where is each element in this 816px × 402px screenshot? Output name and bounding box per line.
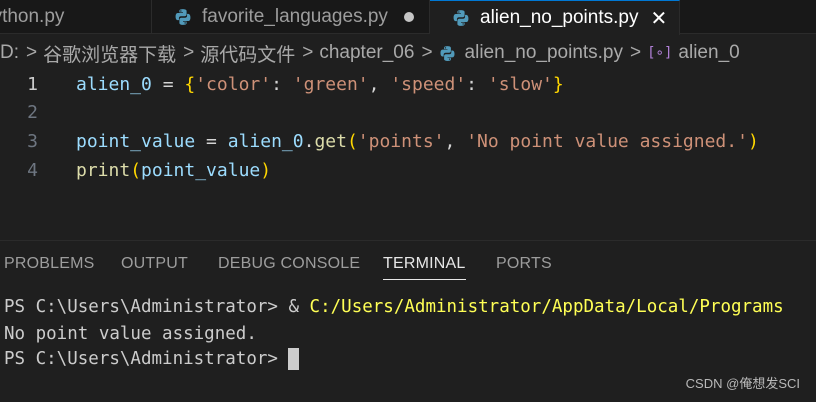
code-token: 'speed' [390,73,467,95]
panel-tab-debug-console[interactable]: DEBUG CONSOLE [218,255,360,273]
code-token: . [303,130,315,152]
tab-python-py[interactable]: python.py [0,0,152,34]
code-token: alien_0 [227,130,304,152]
panel-tab-terminal[interactable]: TERMINAL [383,255,466,280]
code-token: 'points' [357,130,445,152]
tab-alien-no-points-py[interactable]: alien_no_points.py ✕ [430,0,680,35]
breadcrumb-folder-downloads[interactable]: 谷歌浏览器下载 [43,40,176,67]
code-token: } [552,73,564,95]
code-token: : [466,73,488,95]
breadcrumb-file[interactable]: alien_no_points.py [465,42,623,64]
breadcrumb-separator: > [421,42,433,63]
code-line[interactable]: 1 alien_0 = {'color': 'green', 'speed': … [0,70,816,98]
terminal-command: C:/Users/Administrator/AppData/Local/Pro… [309,297,784,317]
tab-favorite-languages-py[interactable]: favorite_languages.py [152,0,430,34]
code-token: 'slow' [487,73,553,95]
breadcrumb-symbol[interactable]: alien_0 [678,42,739,64]
breadcrumb-separator: > [183,42,195,63]
variable-symbol-icon: [∘] [647,45,673,61]
code-token: ) [747,130,759,152]
breadcrumb-drive[interactable]: D: [0,42,19,64]
python-file-icon [440,45,455,61]
terminal-prompt: PS C:\Users\Administrator> & [4,297,310,317]
code-token: ( [346,130,358,152]
tab-label: alien_no_points.py [480,7,639,28]
code-line[interactable]: 3 point_value = alien_0.get('points', 'N… [0,127,816,155]
line-number: 4 [27,159,38,181]
line-code: alien_0 = {'color': 'green', 'speed': 's… [76,74,564,95]
code-token: print [76,159,131,181]
tab-label: python.py [0,6,65,27]
code-token: { [184,73,196,95]
terminal-line[interactable]: PS C:\Users\Administrator> [4,348,299,370]
breadcrumb-separator: > [26,42,38,63]
code-token: point_value [76,130,196,152]
code-token: point_value [141,159,261,181]
code-line[interactable]: 2 [0,98,816,126]
tab-label: favorite_languages.py [202,6,388,27]
panel-tab-ports[interactable]: PORTS [496,255,552,273]
python-file-icon [453,10,469,26]
line-number: 2 [27,101,38,123]
breadcrumb-folder-chapter[interactable]: chapter_06 [319,42,414,64]
code-token: ) [260,159,272,181]
line-code: print(point_value) [76,160,271,181]
close-tab-icon[interactable]: ✕ [650,6,667,31]
breadcrumb-separator: > [630,42,642,63]
terminal-cursor [287,348,299,370]
bottom-panel: PROBLEMS OUTPUT DEBUG CONSOLE TERMINAL P… [0,240,816,402]
code-token: get [314,130,347,152]
code-line[interactable]: 4 print(point_value) [0,156,816,184]
code-token: 'color' [195,73,272,95]
code-token: ( [130,159,142,181]
unsaved-changes-dot-icon[interactable] [403,12,414,22]
code-token: alien_0 [76,73,152,95]
code-editor[interactable]: 1 alien_0 = {'color': 'green', 'speed': … [0,68,816,240]
watermark: CSDN @俺想发SCI [685,376,800,391]
breadcrumb: D: > 谷歌浏览器下载 > 源代码文件 > chapter_06 > alie… [0,38,816,68]
terminal-line: PS C:\Users\Administrator> & C:/Users/Ad… [4,297,784,317]
code-token: , [444,130,467,152]
code-token: = [195,130,228,152]
panel-tab-output[interactable]: OUTPUT [121,255,188,273]
code-token: : [271,73,293,95]
panel-tab-problems[interactable]: PROBLEMS [4,255,95,273]
line-code: point_value = alien_0.get('points', 'No … [76,131,759,152]
breadcrumb-folder-source[interactable]: 源代码文件 [200,40,295,67]
code-token: 'No point value assigned.' [466,130,748,152]
line-number: 1 [27,73,38,95]
python-file-icon [175,9,191,25]
line-number: 3 [27,130,38,152]
code-token: , [368,73,391,95]
editor-tab-bar: python.py favorite_languages.py alien_no… [0,0,816,35]
code-token: 'green' [292,73,369,95]
breadcrumb-separator: > [302,42,314,63]
terminal-line: No point value assigned. [4,324,257,344]
terminal-prompt: PS C:\Users\Administrator> [4,349,278,369]
code-token: = [151,73,185,95]
